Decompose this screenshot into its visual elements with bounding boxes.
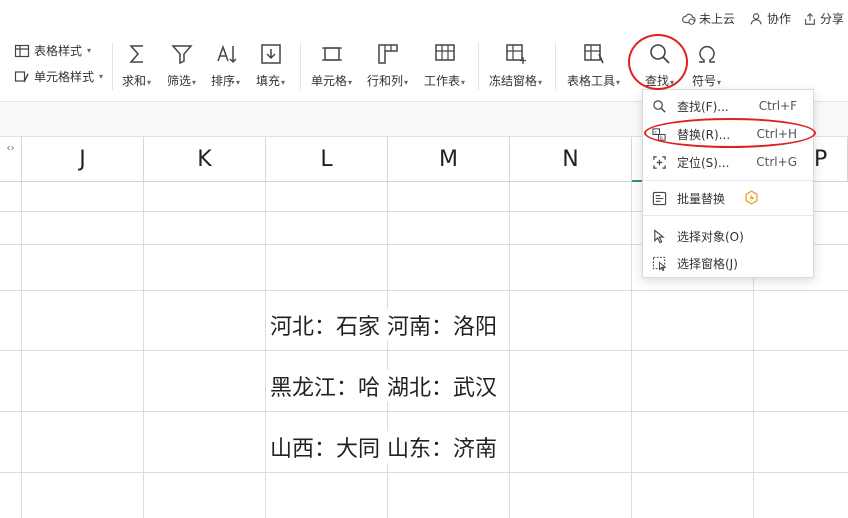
freeze-icon: [505, 44, 526, 64]
column-header-N[interactable]: N: [510, 137, 632, 182]
menu-item-batch-replace-label: 批量替换: [677, 191, 726, 206]
fill-icon: [260, 44, 281, 64]
replace-icon: cb: [652, 127, 666, 141]
filter-label: 筛选: [167, 74, 192, 88]
share-label: 分享: [820, 12, 845, 26]
find-label: 查找: [645, 74, 670, 88]
cell-button[interactable]: 单元格▾: [311, 40, 352, 92]
top-bar: 未上云 协作 分享: [0, 0, 848, 36]
menu-item-selection-pane-label: 选择窗格(J): [677, 256, 738, 271]
collab-label: 协作: [767, 12, 792, 26]
svg-text:b: b: [660, 135, 663, 141]
freeze-label: 冻结窗格: [489, 74, 538, 88]
column-header-M[interactable]: M: [388, 137, 510, 182]
column-header-L[interactable]: L: [266, 137, 388, 182]
sum-label: 求和: [122, 74, 147, 88]
menu-item-batch-replace[interactable]: 批量替换: [643, 185, 813, 211]
menu-separator: [643, 215, 813, 216]
ribbon-separator: [555, 42, 556, 90]
symbol-label: 符号: [692, 74, 717, 88]
selection-pane-icon: [652, 256, 667, 271]
cloud-status-label: 未上云: [699, 12, 736, 26]
table-style-label: 表格样式: [34, 44, 83, 58]
menu-separator: [643, 180, 813, 181]
cell-L-row2[interactable]: 黑龙江：哈: [270, 370, 380, 402]
table-tools-button[interactable]: 表格工具▾: [567, 40, 620, 92]
sort-button[interactable]: 排序▾: [211, 40, 240, 92]
filter-icon: [170, 45, 193, 65]
share-icon: [805, 12, 815, 25]
freeze-button[interactable]: 冻结窗格▾: [489, 40, 542, 92]
grid-line: [0, 290, 848, 291]
sort-label: 排序: [211, 74, 236, 88]
menu-item-replace-shortcut: Ctrl+H: [756, 127, 797, 141]
cell-icon: [321, 47, 342, 61]
row-col-label: 行和列: [367, 74, 404, 88]
omega-icon: [698, 45, 715, 63]
search-icon: [653, 99, 666, 113]
symbol-button[interactable]: 符号▾: [692, 40, 721, 92]
premium-badge-icon: [735, 190, 758, 205]
ribbon-separator: [478, 42, 479, 90]
batch-replace-icon: [652, 191, 667, 205]
cursor-icon: [654, 228, 665, 243]
column-header-J[interactable]: J: [22, 137, 144, 182]
locate-icon: [653, 155, 666, 169]
cell-M-row3[interactable]: 山东：济南: [387, 431, 498, 463]
menu-item-selection-pane[interactable]: 选择窗格(J): [643, 250, 813, 276]
menu-item-locate[interactable]: 定位(S)... Ctrl+G: [643, 149, 813, 175]
row-col-icon: [377, 44, 398, 64]
find-button[interactable]: 查找▾: [645, 40, 674, 92]
menu-item-locate-label: 定位(S)...: [677, 155, 730, 170]
cell-style-label: 单元格样式: [34, 70, 95, 84]
cell-L-row3[interactable]: 山西：大同: [270, 431, 380, 463]
menu-item-locate-shortcut: Ctrl+G: [756, 155, 797, 169]
table-tools-label: 表格工具: [567, 74, 616, 88]
menu-item-find-label: 查找(F)...: [677, 99, 729, 114]
menu-item-replace[interactable]: cb 替换(R)... Ctrl+H: [643, 121, 813, 147]
menu-item-select-object-label: 选择对象(O): [677, 229, 744, 244]
sort-icon: [216, 44, 237, 64]
svg-text:c: c: [654, 130, 657, 135]
grid-line: [0, 350, 848, 351]
table-tools-icon: [583, 44, 604, 64]
menu-item-find[interactable]: 查找(F)... Ctrl+F: [643, 93, 813, 119]
worksheet-label: 工作表: [424, 74, 461, 88]
cloud-status-button[interactable]: 未上云: [682, 10, 735, 27]
table-style-icon: [14, 44, 30, 57]
search-icon: [649, 44, 670, 64]
person-icon: [750, 12, 762, 24]
cell-M-row1[interactable]: 河南：洛阳: [387, 309, 498, 341]
filter-button[interactable]: 筛选▾: [167, 40, 196, 92]
cloud-icon: [682, 13, 696, 25]
cell-style-button[interactable]: 单元格样式 ▾: [14, 68, 103, 85]
ribbon-separator: [300, 42, 301, 90]
worksheet-button[interactable]: 工作表▾: [424, 40, 465, 92]
menu-item-find-shortcut: Ctrl+F: [758, 99, 797, 113]
cell-M-row2[interactable]: 湖北：武汉: [387, 370, 498, 402]
cell-label: 单元格: [311, 74, 348, 88]
menu-item-replace-label: 替换(R)...: [677, 127, 731, 142]
grid-line: [0, 472, 848, 473]
menu-item-select-object[interactable]: 选择对象(O): [643, 223, 813, 249]
sum-button[interactable]: 求和▾: [122, 40, 151, 92]
find-dropdown-menu: 查找(F)... Ctrl+F cb 替换(R)... Ctrl+H 定位(S)…: [642, 89, 814, 278]
ribbon-separator: [112, 42, 113, 90]
collapse-handle-icon[interactable]: ‹›: [0, 137, 22, 182]
sigma-icon: [128, 45, 143, 63]
worksheet-icon: [434, 44, 455, 61]
cell-style-icon: [14, 70, 29, 82]
cell-L-row1[interactable]: 河北：石家: [270, 309, 380, 341]
fill-label: 填充: [256, 74, 281, 88]
row-col-button[interactable]: 行和列▾: [367, 40, 408, 92]
fill-button[interactable]: 填充▾: [256, 40, 285, 92]
share-button[interactable]: 分享: [803, 10, 844, 27]
column-header-K[interactable]: K: [144, 137, 266, 182]
collab-button[interactable]: 协作: [750, 10, 791, 27]
table-style-button[interactable]: 表格样式 ▾: [14, 42, 91, 59]
grid-line: [0, 411, 848, 412]
